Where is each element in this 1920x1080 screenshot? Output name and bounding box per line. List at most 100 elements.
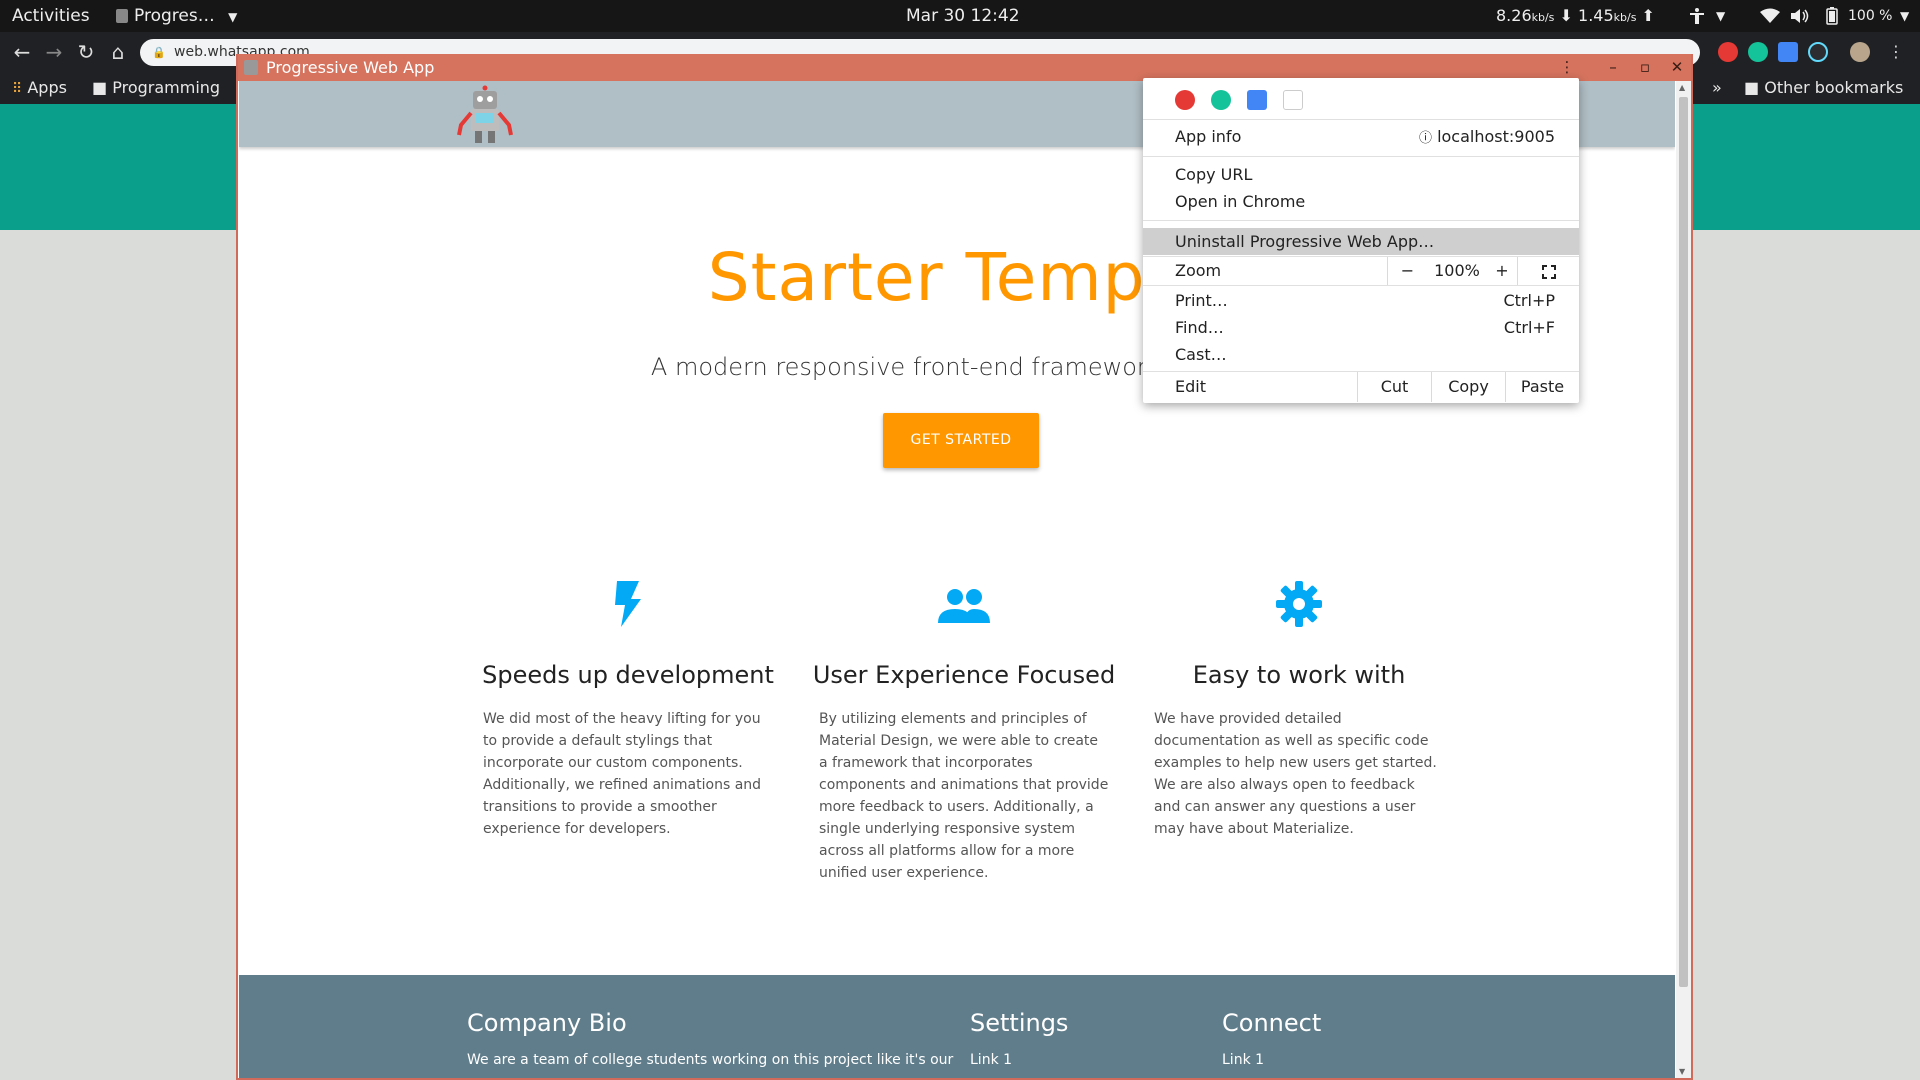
- menu-item-edit: Edit Cut Copy Paste: [1143, 372, 1579, 402]
- menu-item-cast[interactable]: Cast…: [1143, 342, 1579, 368]
- info-icon: ⓘ: [1418, 131, 1432, 146]
- volume-icon[interactable]: [1790, 0, 1810, 32]
- menu-item-open-in-chrome[interactable]: Open in Chrome: [1143, 189, 1579, 215]
- arrow-up-icon: ⬆: [1641, 6, 1655, 25]
- app-menu-icon[interactable]: ⋮: [1554, 54, 1580, 81]
- forward-icon[interactable]: →: [42, 40, 66, 64]
- app-menu-label: Progres…: [134, 6, 215, 26]
- folder-icon: ■: [1744, 78, 1760, 97]
- feature-title: User Experience Focused: [812, 661, 1116, 689]
- more-vert-icon[interactable]: ⋮: [1886, 42, 1906, 62]
- origin-info: ⓘ localhost:9005: [1419, 123, 1555, 153]
- blank-extension-icon[interactable]: [1283, 90, 1303, 110]
- translate-extension-icon[interactable]: [1247, 90, 1267, 110]
- clock[interactable]: Mar 30 12:42: [906, 0, 1020, 32]
- home-icon[interactable]: ⌂: [106, 40, 130, 64]
- shortcut: Ctrl+P: [1503, 291, 1555, 310]
- close-icon[interactable]: ✕: [1664, 54, 1690, 81]
- copy-button[interactable]: Copy: [1431, 372, 1505, 402]
- robot-app-icon: [244, 60, 258, 75]
- avatar[interactable]: [1850, 42, 1870, 62]
- bookmark-programming[interactable]: ■ Programming: [92, 72, 220, 104]
- apps-grid-icon: ⠿: [12, 81, 23, 97]
- net-down-value: 8.26: [1496, 6, 1532, 25]
- menu-item-label: Zoom: [1175, 261, 1222, 280]
- opera-extension-icon[interactable]: [1718, 42, 1738, 62]
- lock-icon: 🔒: [152, 46, 166, 59]
- opera-extension-icon[interactable]: [1175, 90, 1195, 110]
- paste-button[interactable]: Paste: [1505, 372, 1579, 402]
- bookmark-programming-label: Programming: [112, 78, 221, 97]
- robot-app-icon: [116, 9, 128, 23]
- reload-icon[interactable]: ↻: [74, 40, 98, 64]
- footer-settings-link[interactable]: Link 1: [970, 1052, 1012, 1068]
- chevron-down-icon[interactable]: ▼: [1716, 0, 1725, 32]
- grammarly-extension-icon[interactable]: [1748, 42, 1768, 62]
- origin-label: localhost:9005: [1437, 127, 1555, 146]
- feature-text: By utilizing elements and principles of …: [819, 711, 1109, 881]
- net-down-unit: kb/s: [1531, 11, 1555, 24]
- feature-title: Speeds up development: [482, 661, 774, 689]
- flash-icon: [483, 581, 773, 633]
- battery-percent: 100 %: [1848, 8, 1893, 24]
- fullscreen-icon[interactable]: [1517, 257, 1579, 285]
- menu-item-label: Find…: [1175, 318, 1224, 337]
- menu-item-label: Edit: [1175, 377, 1206, 396]
- net-up-unit: kb/s: [1613, 11, 1637, 24]
- grammarly-extension-icon[interactable]: [1211, 90, 1231, 110]
- bookmark-other-label: Other bookmarks: [1764, 78, 1904, 97]
- zoom-in-button[interactable]: +: [1487, 257, 1517, 285]
- feature-text: We did most of the heavy lifting for you…: [483, 711, 762, 837]
- net-up-value: 1.45: [1578, 6, 1614, 25]
- system-top-bar: Activities Progres… ▼ Mar 30 12:42 8.26k…: [0, 0, 1920, 32]
- scrollbar[interactable]: ▲ ▼: [1676, 81, 1691, 1078]
- footer-settings-title: Settings: [970, 1009, 1069, 1037]
- bookmark-other[interactable]: ■ Other bookmarks: [1744, 72, 1903, 104]
- chevron-down-icon[interactable]: ▼: [1900, 0, 1909, 32]
- react-devtools-icon[interactable]: [1808, 42, 1828, 62]
- footer-bio-title: Company Bio: [467, 1009, 627, 1037]
- footer-bio-text: We are a team of college students workin…: [467, 1052, 954, 1068]
- footer-connect-link[interactable]: Link 1: [1222, 1052, 1264, 1068]
- shortcut: Ctrl+F: [1503, 318, 1555, 337]
- robot-logo[interactable]: [455, 85, 515, 145]
- menu-item-label: App info: [1175, 127, 1242, 146]
- app-menu[interactable]: Progres… ▼: [116, 0, 237, 32]
- scroll-up-icon[interactable]: ▲: [1679, 83, 1685, 92]
- footer-connect-title: Connect: [1222, 1009, 1322, 1037]
- folder-icon: ■: [92, 78, 108, 97]
- back-icon[interactable]: ←: [10, 40, 34, 64]
- minimize-icon[interactable]: –: [1600, 54, 1626, 81]
- bookmark-apps[interactable]: ⠿ Apps: [12, 72, 67, 104]
- menu-item-zoom: Zoom − 100% +: [1143, 257, 1579, 285]
- zoom-out-button[interactable]: −: [1387, 257, 1427, 285]
- menu-item-copy-url[interactable]: Copy URL: [1143, 162, 1579, 188]
- scroll-down-icon[interactable]: ▼: [1679, 1067, 1685, 1076]
- cut-button[interactable]: Cut: [1357, 372, 1431, 402]
- feature-title: Easy to work with: [1192, 661, 1406, 689]
- chevron-down-icon: ▼: [228, 10, 238, 24]
- bookmark-apps-label: Apps: [27, 78, 67, 97]
- feature-text: We have provided detailed documentation …: [1154, 711, 1437, 837]
- menu-item-find[interactable]: Find… Ctrl+F: [1143, 315, 1579, 341]
- accessibility-icon[interactable]: [1688, 0, 1706, 32]
- zoom-level: 100%: [1434, 261, 1480, 280]
- translate-extension-icon[interactable]: [1778, 42, 1798, 62]
- menu-item-uninstall[interactable]: Uninstall Progressive Web App…: [1143, 228, 1579, 255]
- get-started-button[interactable]: GET STARTED: [883, 413, 1039, 468]
- menu-item-print[interactable]: Print… Ctrl+P: [1143, 288, 1579, 314]
- bookmarks-overflow[interactable]: »: [1712, 72, 1722, 104]
- maximize-icon[interactable]: ▫: [1632, 54, 1658, 81]
- battery-icon[interactable]: [1826, 0, 1838, 32]
- scrollbar-thumb[interactable]: [1679, 97, 1688, 987]
- network-speed: 8.26kb/s ⬇ 1.45kb/s ⬆: [1496, 0, 1655, 32]
- menu-item-app-info[interactable]: App info ⓘ localhost:9005: [1143, 123, 1579, 151]
- site-footer: Company Bio We are a team of college stu…: [239, 975, 1675, 1078]
- group-icon: [819, 581, 1109, 633]
- settings-icon: [1154, 581, 1444, 633]
- activities-button[interactable]: Activities: [12, 0, 90, 32]
- pwa-titlebar[interactable]: Progressive Web App ⋮ – ▫ ✕: [238, 54, 1691, 81]
- window-title: Progressive Web App: [266, 58, 435, 77]
- wifi-icon[interactable]: [1760, 0, 1780, 32]
- arrow-down-icon: ⬇: [1559, 6, 1573, 25]
